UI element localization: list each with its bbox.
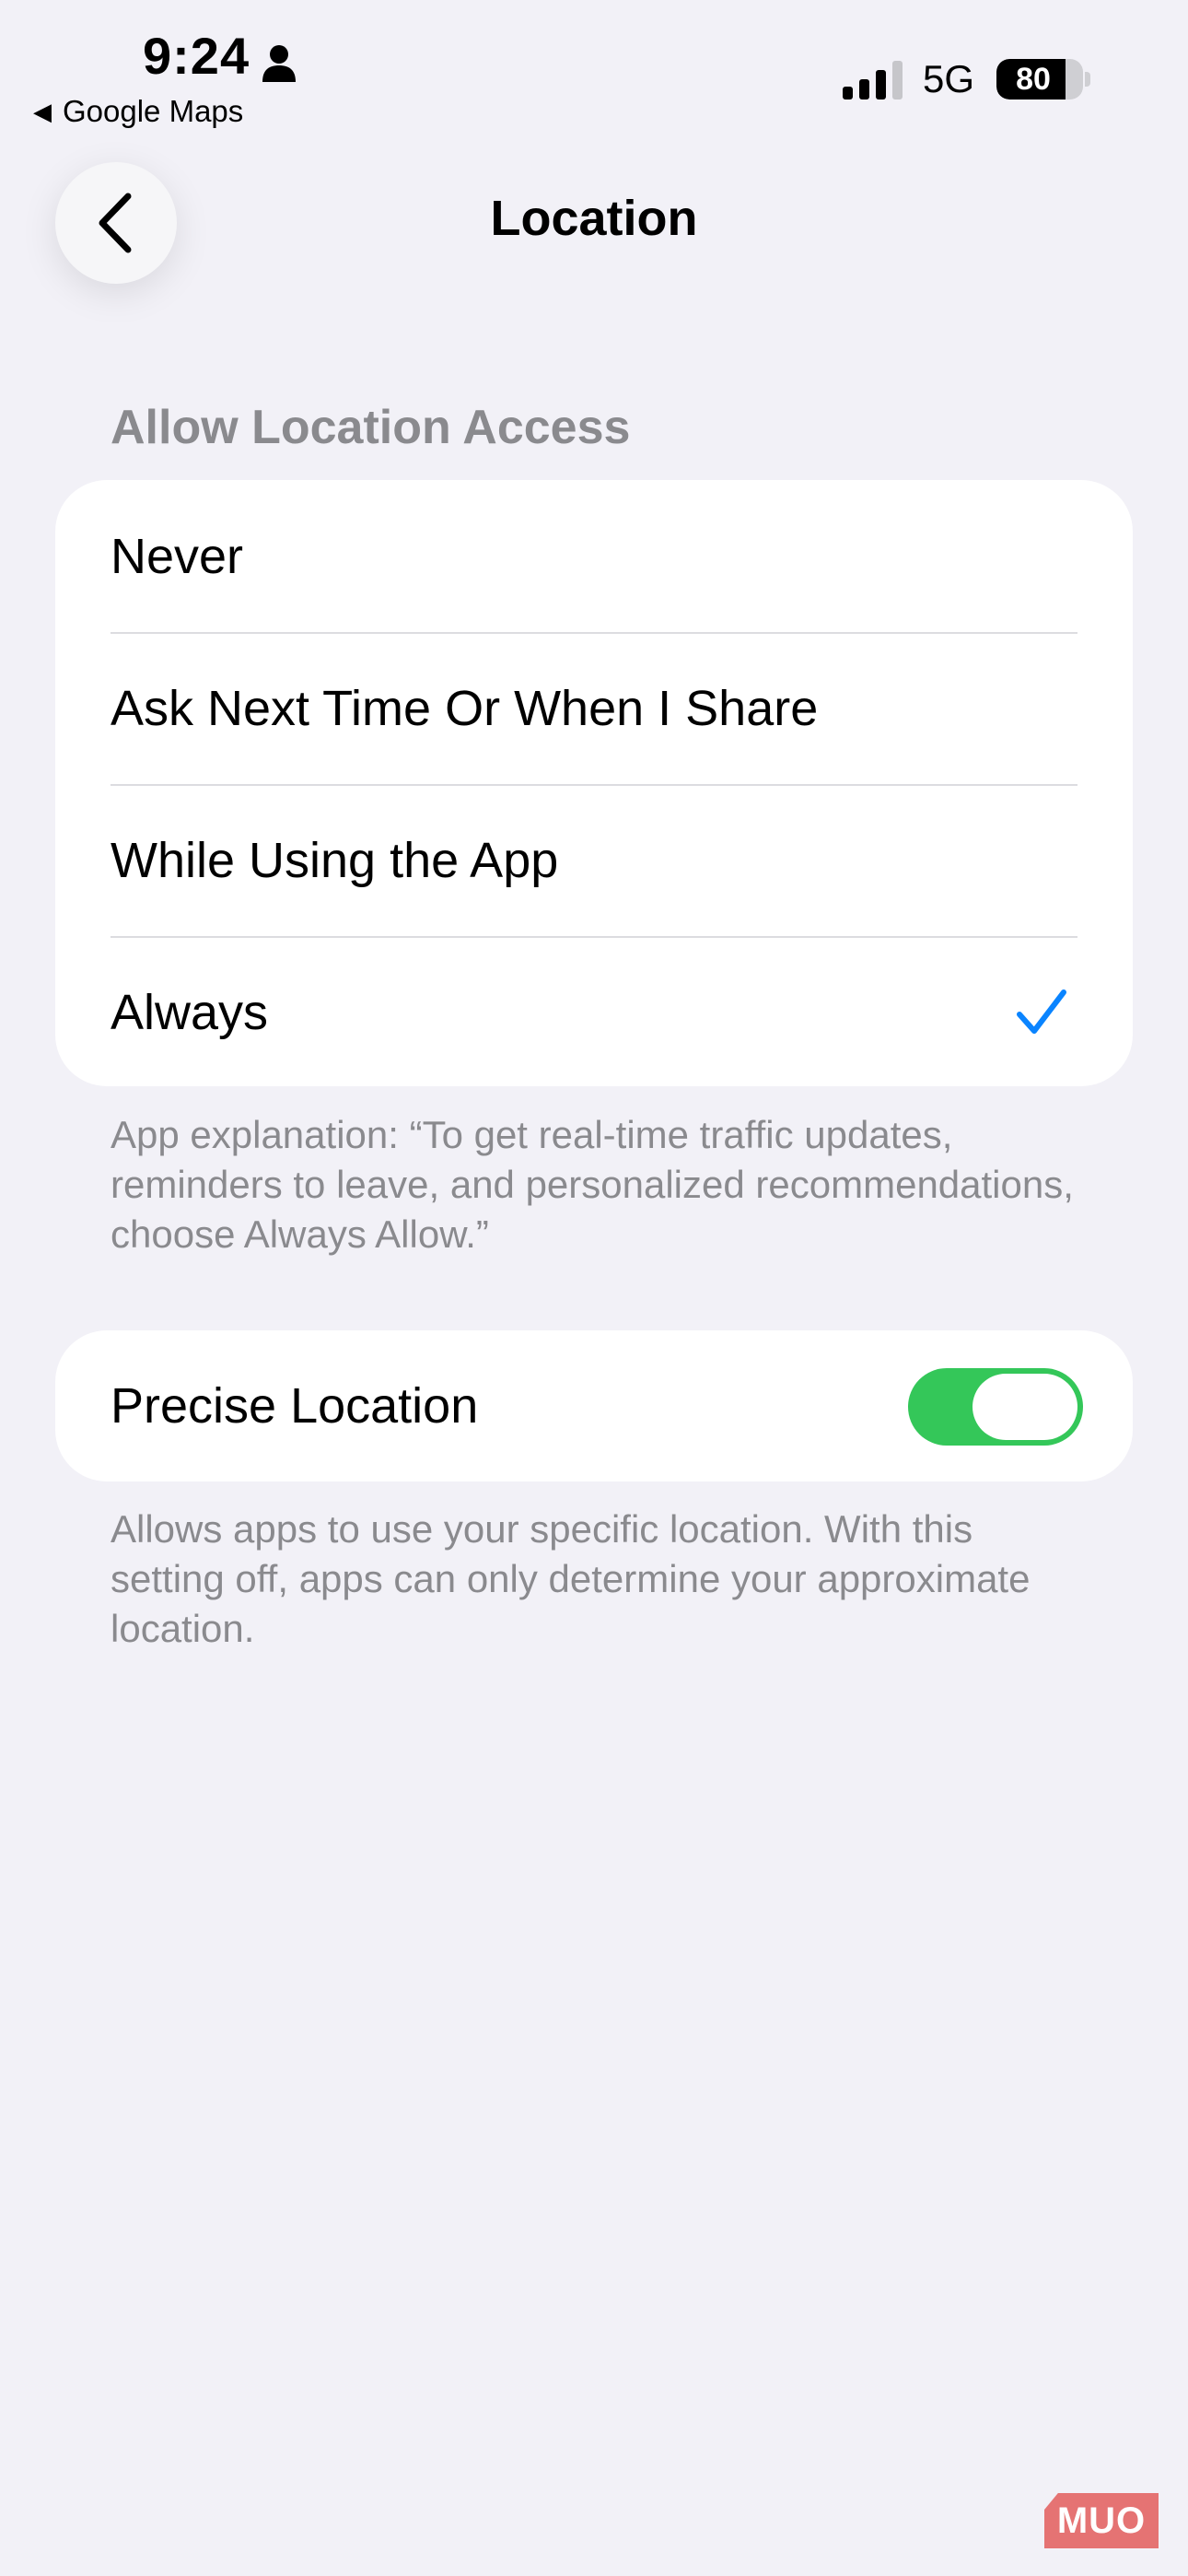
signal-bar: [892, 61, 903, 100]
network-label: 5G: [923, 57, 975, 100]
signal-bar: [876, 70, 886, 100]
status-bar: 9:24 ◀ Google Maps 5G 80: [0, 0, 1188, 138]
battery-level-text: 80: [1016, 61, 1051, 97]
battery-cap: [1085, 72, 1090, 87]
option-label: Always: [111, 984, 269, 1040]
app-explanation-text: App explanation: “To get real-time traff…: [111, 1113, 1074, 1256]
precise-location-row: Precise Location: [55, 1330, 1133, 1481]
muo-watermark-logo: MUO: [1044, 2493, 1159, 2548]
precise-location-toggle[interactable]: [908, 1368, 1083, 1446]
page-title: Location: [490, 191, 698, 246]
location-access-options: Never Ask Next Time Or When I Share Whil…: [55, 480, 1133, 1086]
section-header-allow-location: Allow Location Access: [111, 401, 631, 454]
precise-location-description: Allows apps to use your specific locatio…: [111, 1507, 1031, 1650]
person-icon: [261, 36, 297, 82]
back-app-label: Google Maps: [63, 94, 244, 128]
option-label: Never: [111, 528, 244, 584]
option-label: While Using the App: [111, 832, 559, 888]
option-label: Ask Next Time Or When I Share: [111, 680, 819, 736]
signal-bar: [843, 87, 853, 100]
precise-location-label: Precise Location: [111, 1378, 479, 1434]
cellular-signal-icon: [843, 61, 903, 100]
time-text: 9:24: [143, 27, 250, 85]
signal-bar: [859, 79, 869, 100]
option-while-using[interactable]: While Using the App: [55, 784, 1133, 936]
battery-icon: 80: [996, 59, 1083, 100]
precise-location-group: Precise Location: [55, 1330, 1133, 1481]
option-never[interactable]: Never: [55, 480, 1133, 632]
checkmark-icon: [1017, 989, 1066, 1034]
option-ask-next-time[interactable]: Ask Next Time Or When I Share: [55, 632, 1133, 784]
status-time: 9:24: [143, 26, 297, 86]
back-triangle-icon: ◀: [33, 97, 52, 125]
toggle-knob: [973, 1374, 1077, 1440]
option-always[interactable]: Always: [55, 936, 1133, 1086]
back-to-app-link[interactable]: ◀ Google Maps: [33, 94, 243, 129]
